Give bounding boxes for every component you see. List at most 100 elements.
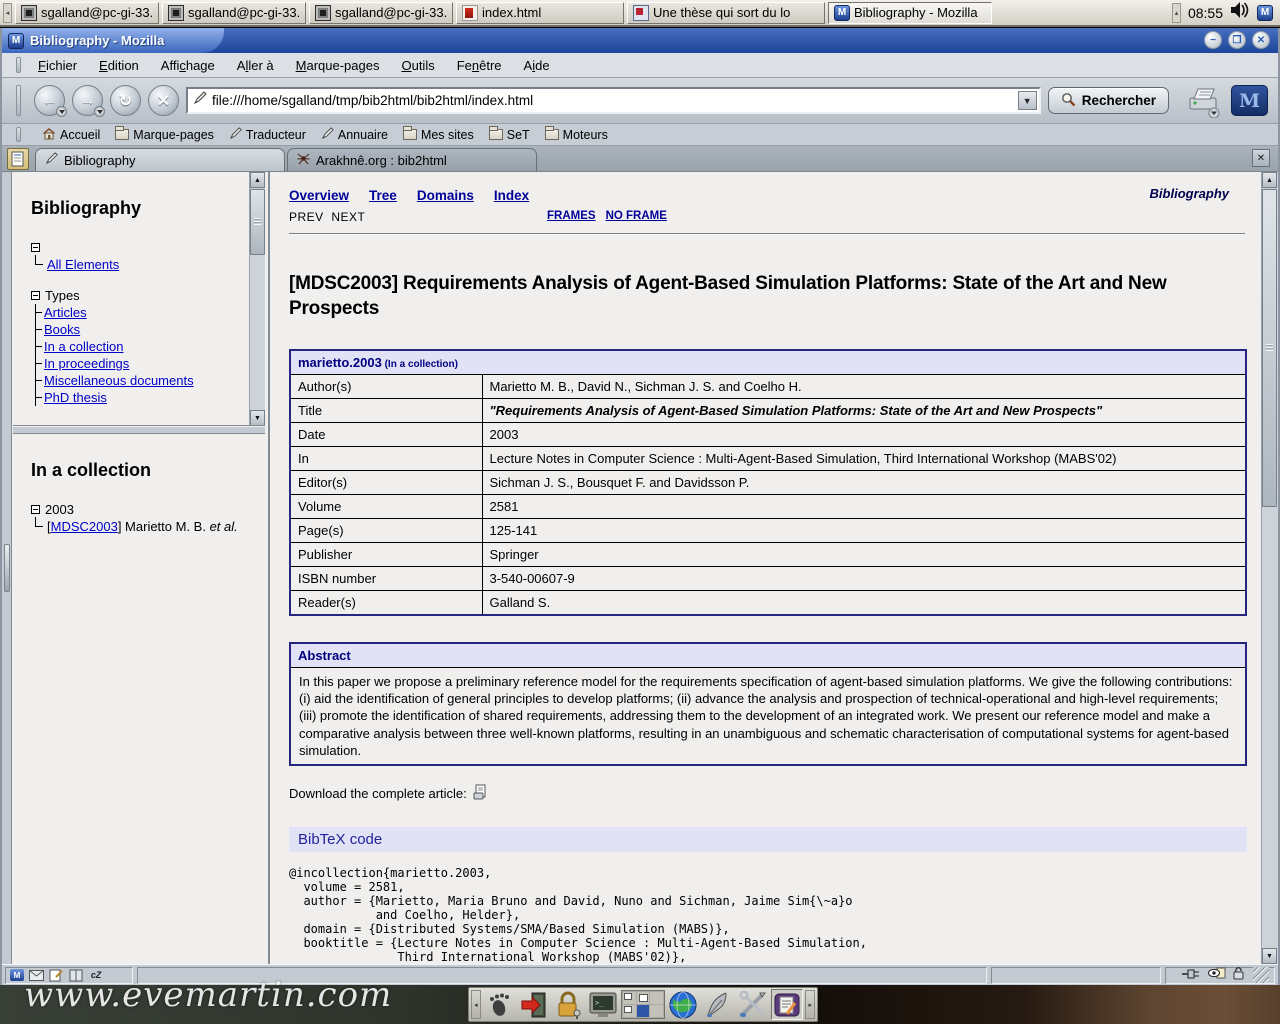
url-input[interactable] xyxy=(212,91,1013,111)
collection-entry-link[interactable]: MDSC2003 xyxy=(51,519,118,534)
print-button[interactable] xyxy=(1184,84,1224,118)
navigator-icon[interactable]: M xyxy=(10,969,24,981)
workspace-cell[interactable] xyxy=(637,992,650,1004)
menu-aller[interactable]: Aller à xyxy=(226,55,285,76)
close-button[interactable]: ✕ xyxy=(1252,31,1270,49)
sidebar-link-inproceedings[interactable]: In proceedings xyxy=(44,356,129,371)
tab-arakhnorgbib2html[interactable]: Arakhnê.org : bib2html xyxy=(287,148,537,171)
reload-button[interactable]: ↻ xyxy=(110,85,141,116)
taskbar-window-button[interactable]: sgalland@pc-gi-33.utbn xyxy=(309,2,453,24)
tab-close-icon[interactable]: ✕ xyxy=(1252,149,1270,167)
speaker-icon[interactable] xyxy=(1230,1,1250,24)
nav-link-overview[interactable]: Overview xyxy=(289,188,349,203)
scroll-up-icon[interactable]: ▲ xyxy=(1262,172,1277,188)
workspace-cell[interactable] xyxy=(650,992,663,1004)
menu-fichier[interactable]: Fichier xyxy=(27,55,88,76)
minimize-button[interactable]: − xyxy=(1204,31,1222,49)
panel-hide-left[interactable]: ◂ xyxy=(471,990,481,1019)
sidebar-link-inacollection[interactable]: In a collection xyxy=(44,339,124,354)
noframe-link[interactable]: NO FRAME xyxy=(606,210,667,222)
personal-toolbar-accueil[interactable]: Accueil xyxy=(42,127,100,143)
menu-fentre[interactable]: Fenêtre xyxy=(446,55,513,76)
stop-button[interactable]: ✕ xyxy=(148,85,179,116)
sidebar-horizontal-splitter[interactable] xyxy=(13,426,265,434)
menu-edition[interactable]: Edition xyxy=(88,55,150,76)
toolbar-grippy[interactable] xyxy=(16,85,21,117)
tree-expander-icon[interactable] xyxy=(31,291,40,300)
taskbar-scroll-left-button[interactable]: ◂ xyxy=(3,3,12,23)
forward-button[interactable]: → xyxy=(72,85,103,116)
quill-pen-icon[interactable] xyxy=(702,989,735,1020)
mozilla-logo-button[interactable]: M xyxy=(1231,85,1268,116)
workspace-switcher[interactable] xyxy=(621,990,665,1019)
logout-icon[interactable] xyxy=(517,989,550,1020)
nav-link-tree[interactable]: Tree xyxy=(369,188,397,203)
web-browser-icon[interactable] xyxy=(667,989,700,1020)
taskbar-window-button[interactable]: Une thèse qui sort du lo xyxy=(627,2,825,24)
menu-aide[interactable]: Aide xyxy=(513,55,561,76)
sidebar-splitter[interactable] xyxy=(2,172,12,964)
settings-tools-icon[interactable] xyxy=(736,989,769,1020)
maximize-button[interactable]: ❐ xyxy=(1228,31,1246,49)
tab-bibliography[interactable]: Bibliography xyxy=(35,148,285,171)
sidebar-link-articles[interactable]: Articles xyxy=(44,305,87,320)
next-link[interactable]: NEXT xyxy=(331,210,365,224)
nav-link-domains[interactable]: Domains xyxy=(417,188,474,203)
sidebar-link-miscellaneousdocuments[interactable]: Miscellaneous documents xyxy=(44,373,194,388)
tray-handle[interactable]: ▴ xyxy=(1172,3,1181,23)
personal-toolbar-messites[interactable]: Mes sites xyxy=(403,127,474,143)
tree-expander-icon[interactable] xyxy=(31,243,40,252)
url-dropdown-button[interactable]: ▼ xyxy=(1018,91,1037,110)
workspace-cell-active[interactable] xyxy=(637,1005,650,1017)
taskbar-window-button[interactable]: index.html xyxy=(456,2,624,24)
lock-screen-icon[interactable] xyxy=(552,989,585,1020)
taskbar-window-button[interactable]: sgalland@pc-gi-33.utbn xyxy=(15,2,159,24)
personal-toolbar-moteurs[interactable]: Moteurs xyxy=(545,127,608,143)
nav-link-index[interactable]: Index xyxy=(494,188,529,203)
search-button[interactable]: Rechercher xyxy=(1048,87,1169,114)
scrollbar-thumb[interactable] xyxy=(1262,189,1277,507)
toolbar-grippy[interactable] xyxy=(16,57,21,74)
doc-icon xyxy=(633,5,649,21)
back-dropdown[interactable] xyxy=(56,106,67,117)
scrollbar-thumb[interactable] xyxy=(250,189,265,255)
entry-table: marietto.2003 (In a collection) Author(s… xyxy=(289,349,1247,616)
scroll-down-icon[interactable]: ▼ xyxy=(1262,948,1277,964)
sidebar-link-phdthesis[interactable]: PhD thesis xyxy=(44,390,107,405)
back-button[interactable]: ← xyxy=(34,85,65,116)
panel-hide-right[interactable]: ▸ xyxy=(805,990,815,1019)
personal-toolbar-marquepages[interactable]: Marque-pages xyxy=(115,127,214,143)
sidebar-link-all-elements[interactable]: All Elements xyxy=(47,257,119,272)
workspace-cell[interactable] xyxy=(623,992,636,1004)
menu-outils[interactable]: Outils xyxy=(390,55,445,76)
sidebar-link-books[interactable]: Books xyxy=(44,322,80,337)
workspace-cell[interactable] xyxy=(650,1005,663,1017)
toolbar-grippy[interactable] xyxy=(16,127,21,142)
terminal-launcher-icon[interactable]: >_ xyxy=(586,989,619,1020)
tree-expander-icon[interactable] xyxy=(31,505,40,514)
cookie-eye-icon[interactable] xyxy=(1208,966,1226,984)
mozilla-tray-icon[interactable]: M xyxy=(1257,5,1273,21)
personal-toolbar-set[interactable]: SeT xyxy=(489,127,530,143)
workspace-cell[interactable] xyxy=(623,1005,636,1017)
frames-link[interactable]: FRAMES xyxy=(547,210,596,222)
security-lock-icon[interactable] xyxy=(1232,966,1245,985)
taskbar-window-button[interactable]: sgalland@pc-gi-33.utbn xyxy=(162,2,306,24)
forward-dropdown[interactable] xyxy=(94,106,105,117)
personal-toolbar-traducteur[interactable]: Traducteur xyxy=(229,127,306,143)
window-titlebar[interactable]: M Bibliography - Mozilla − ❐ ✕ xyxy=(2,28,1278,53)
gnome-menu-icon[interactable] xyxy=(483,989,516,1020)
prev-link[interactable]: PREV xyxy=(289,210,324,224)
spider-icon xyxy=(297,152,310,168)
scroll-down-icon[interactable]: ▼ xyxy=(250,410,265,426)
download-article-icon[interactable] xyxy=(473,784,489,803)
taskbar-window-button[interactable]: MBibliography - Mozilla xyxy=(828,2,992,24)
bookmark-page-icon[interactable] xyxy=(7,148,29,170)
menu-marquepages[interactable]: Marque-pages xyxy=(285,55,391,76)
personal-toolbar-annuaire[interactable]: Annuaire xyxy=(321,127,388,143)
menu-affichage[interactable]: Affichage xyxy=(150,55,226,76)
online-plug-icon[interactable] xyxy=(1182,966,1202,984)
resize-grip[interactable] xyxy=(1253,967,1269,983)
notes-editor-icon[interactable] xyxy=(771,989,804,1020)
scroll-up-icon[interactable]: ▲ xyxy=(250,172,265,188)
